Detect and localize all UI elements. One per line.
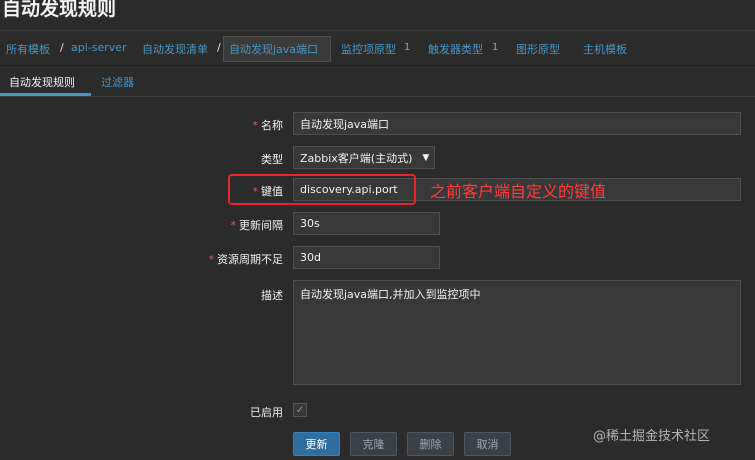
cancel-button[interactable]: 取消	[464, 432, 511, 456]
enabled-label: 已启用	[250, 406, 283, 419]
form-tabs: 自动发现规则 过滤器	[0, 66, 755, 97]
breadcrumb-current[interactable]: 自动发现java端口	[229, 41, 318, 57]
description-textarea[interactable]: 自动发现java端口,并加入到监控项中	[293, 280, 741, 385]
tab-trigger-prototypes[interactable]: 触发器类型	[428, 41, 483, 57]
breadcrumb-separator: /	[60, 41, 64, 54]
breadcrumb-discovery-list[interactable]: 自动发现清单	[142, 41, 208, 57]
lifetime-label: * 资源周期不足	[208, 253, 284, 266]
tab-discovery-rule[interactable]: 自动发现规则	[9, 74, 75, 90]
interval-label: * 更新间隔	[230, 219, 284, 232]
enabled-checkbox[interactable]: ✓	[293, 403, 307, 417]
highlight-box	[228, 174, 416, 205]
type-select[interactable]: Zabbix客户端(主动式) ▼	[293, 146, 435, 169]
breadcrumb-all-templates[interactable]: 所有模板	[6, 41, 50, 57]
type-select-value: Zabbix客户端(主动式)	[300, 151, 413, 165]
item-prototypes-count: 1	[404, 42, 411, 53]
type-label: 类型	[261, 153, 283, 166]
page-header: 自动发现规则	[0, 0, 755, 31]
trigger-prototypes-count: 1	[492, 42, 499, 53]
page-title: 自动发现规则	[2, 0, 117, 20]
description-label: 描述	[261, 289, 283, 302]
name-label: * 名称	[252, 119, 284, 132]
tab-graph-prototypes[interactable]: 图形原型	[516, 41, 560, 57]
clone-button[interactable]: 克隆	[350, 432, 397, 456]
delete-button[interactable]: 删除	[407, 432, 454, 456]
lifetime-field[interactable]: 30d	[293, 246, 440, 269]
breadcrumb-template[interactable]: api-server	[71, 41, 127, 54]
chevron-down-icon: ▼	[422, 152, 430, 163]
name-field[interactable]: 自动发现java端口	[293, 112, 741, 135]
tab-host-prototypes[interactable]: 主机模板	[583, 41, 627, 57]
breadcrumb-separator: /	[217, 41, 221, 54]
watermark: @稀土掘金技术社区	[593, 429, 711, 444]
tab-filters[interactable]: 过滤器	[101, 74, 134, 90]
interval-field[interactable]: 30s	[293, 212, 440, 235]
annotation-text: 之前客户端自定义的键值	[430, 182, 607, 201]
tab-item-prototypes[interactable]: 监控项原型	[341, 41, 396, 57]
update-button[interactable]: 更新	[293, 432, 340, 456]
check-icon: ✓	[295, 404, 305, 416]
active-tab-indicator	[0, 93, 91, 96]
